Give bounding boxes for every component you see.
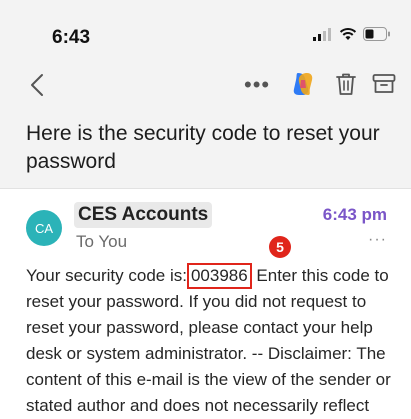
subject-area: Here is the security code to reset your …: [0, 110, 411, 189]
email-toolbar: •••: [0, 60, 411, 110]
annotation-marker: 5: [269, 236, 291, 258]
status-time: 6:43: [52, 27, 91, 48]
wifi-icon: [339, 28, 357, 40]
email-body: Your security code is: 003986 Enter this …: [26, 263, 396, 419]
status-bar: 6:43: [0, 0, 411, 60]
copilot-icon[interactable]: [289, 70, 317, 98]
cellular-signal-icon: [313, 28, 331, 41]
battery-icon: [363, 27, 390, 41]
sender-name[interactable]: CES Accounts: [74, 202, 213, 228]
status-icons: [313, 27, 391, 41]
body-prefix: Your security code is:: [26, 266, 187, 285]
back-button[interactable]: [22, 70, 52, 100]
sent-time: 6:43 pm: [322, 205, 387, 224]
chevron-left-icon: [31, 74, 43, 96]
archive-icon[interactable]: [371, 71, 397, 97]
message-more-button[interactable]: ···: [368, 231, 387, 249]
security-code[interactable]: 003986: [186, 263, 252, 289]
body-rest: Enter this code to reset your password. …: [26, 266, 391, 415]
sender-avatar[interactable]: CA: [26, 210, 62, 246]
email-subject: Here is the security code to reset your …: [26, 122, 380, 173]
recipient-line[interactable]: To You: [76, 232, 127, 252]
trash-icon[interactable]: [333, 71, 359, 97]
more-options-button[interactable]: •••: [244, 72, 270, 98]
